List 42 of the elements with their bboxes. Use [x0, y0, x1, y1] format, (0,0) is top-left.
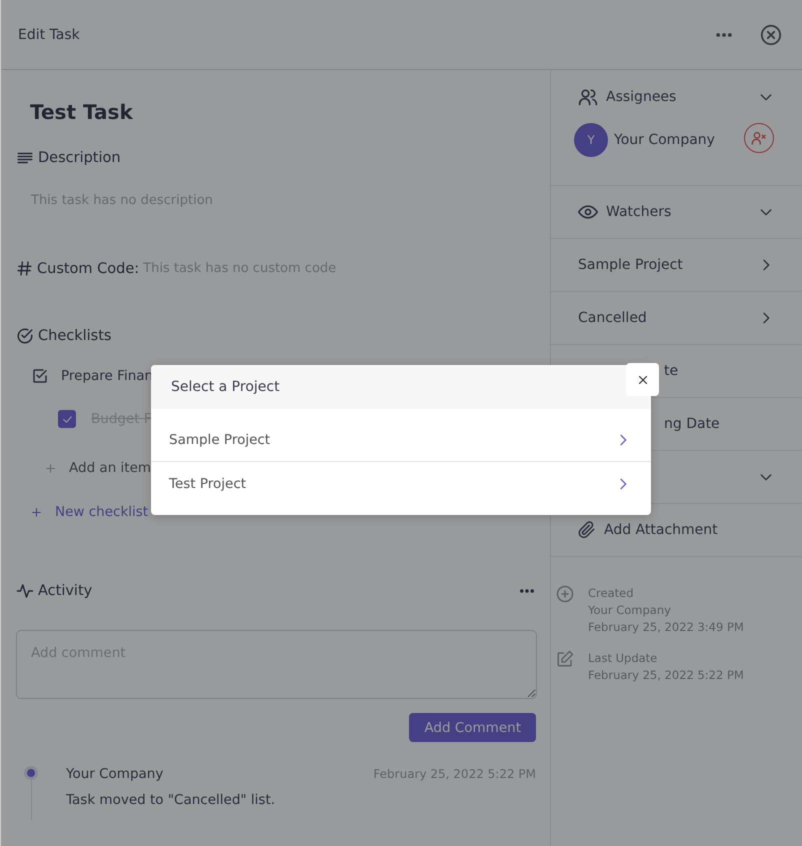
- modal-title: Select a Project: [151, 365, 651, 409]
- section-heading: Checklists: [38, 328, 112, 344]
- meta-value: Your Company: [588, 602, 672, 619]
- meta-value: February 25, 2022 5:22 PM: [588, 667, 744, 684]
- window-title: Edit Task: [18, 26, 81, 42]
- users-icon: [578, 86, 598, 106]
- plus-icon[interactable]: [30, 506, 43, 518]
- section-heading: Description: [38, 150, 121, 166]
- edit-icon: [556, 650, 574, 668]
- project-option[interactable]: Sample Project: [151, 419, 651, 462]
- section-heading: Activity: [38, 583, 94, 599]
- plus-circle-icon: [556, 585, 574, 603]
- new-checklist-link[interactable]: New checklist: [55, 504, 148, 520]
- add-comment-button[interactable]: Add Comment: [409, 713, 536, 742]
- hash-icon: [16, 260, 33, 277]
- sidebar-item[interactable]: Sample Project: [578, 257, 750, 273]
- remove-assignee-button[interactable]: [744, 123, 774, 153]
- check-circle-icon: [16, 327, 34, 345]
- comment-author: Your Company: [66, 766, 164, 782]
- add-attachment-link[interactable]: Add Attachment: [604, 522, 774, 538]
- activity-text: Task moved to "Cancelled" list.: [66, 792, 276, 808]
- user-x-icon: [751, 130, 767, 146]
- checkbox[interactable]: [58, 410, 76, 428]
- close-button[interactable]: [626, 363, 659, 396]
- meta-label: Last Update: [588, 650, 658, 667]
- task-title: Test Task: [30, 100, 134, 124]
- comment-time: February 25, 2022 5:22 PM: [373, 767, 536, 781]
- assignee-name: Your Company: [614, 132, 716, 148]
- sidebar-item[interactable]: Cancelled: [578, 310, 750, 326]
- timeline-dot: [24, 766, 38, 780]
- paperclip-icon: [578, 521, 596, 539]
- meta-label: Created: [588, 585, 635, 602]
- close-icon[interactable]: [760, 24, 782, 46]
- add-item-link[interactable]: Add an item: [69, 460, 152, 476]
- checkbox-icon: [31, 367, 49, 385]
- project-option[interactable]: Test Project: [151, 462, 651, 505]
- field-label: Custom Code:: [37, 260, 140, 276]
- assignees-label: Assignees: [606, 88, 678, 104]
- watchers-label: Watchers: [606, 204, 672, 220]
- meta-value: February 25, 2022 3:49 PM: [588, 619, 744, 636]
- pulse-icon: [16, 582, 34, 600]
- avatar: Y: [574, 123, 608, 157]
